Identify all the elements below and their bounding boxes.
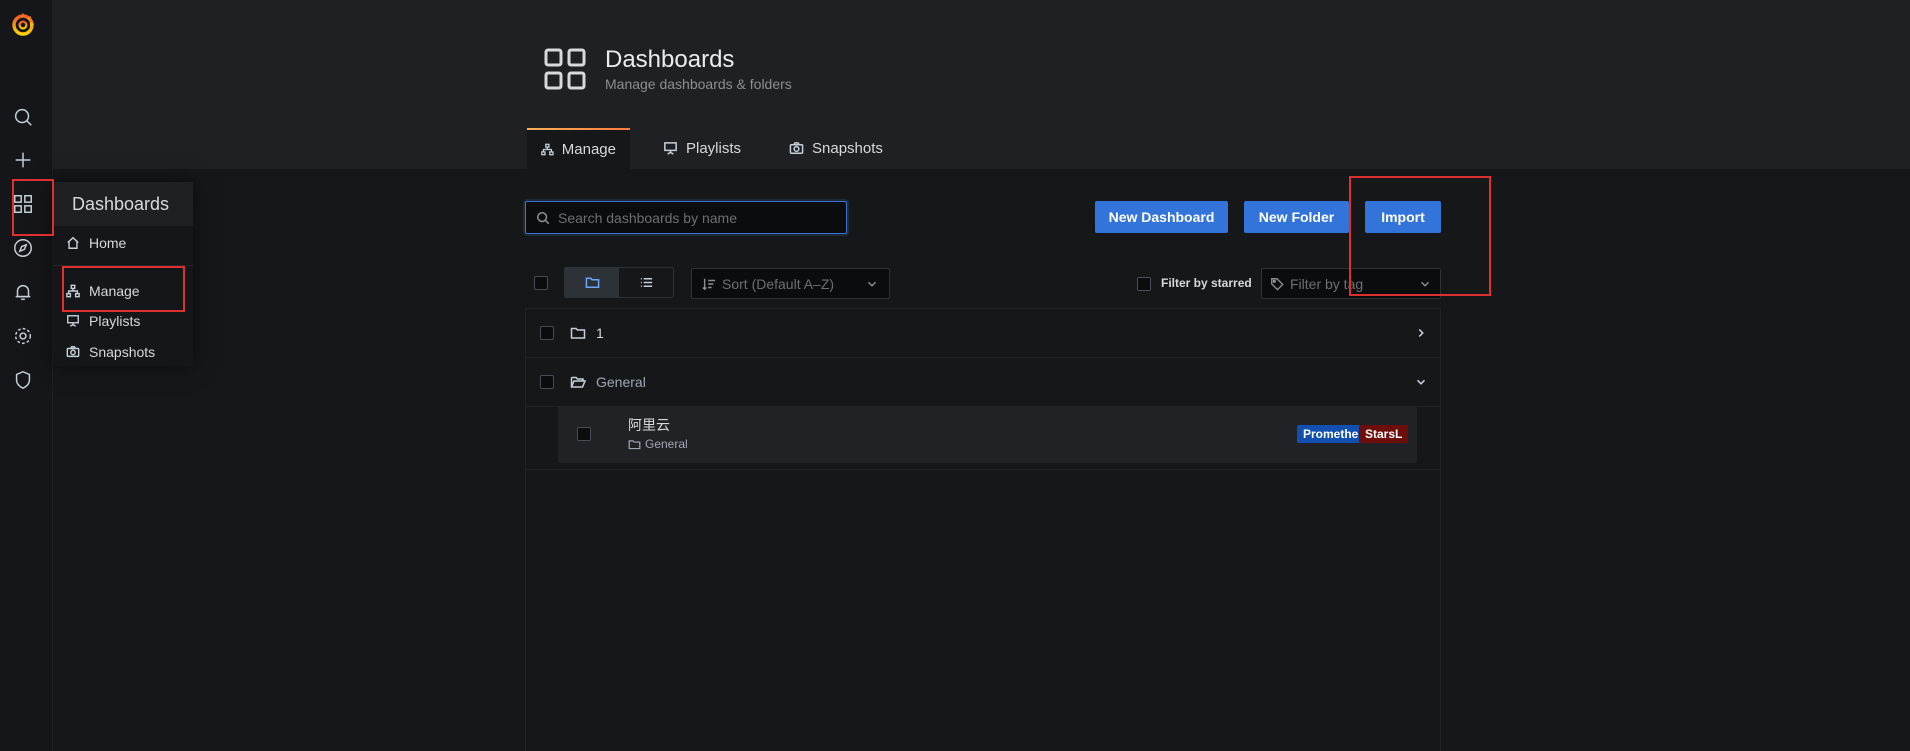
folder-checkbox[interactable]	[540, 375, 554, 389]
shield-icon[interactable]	[11, 368, 35, 392]
dashboard-folder: General	[628, 437, 688, 451]
chevron-down-icon	[868, 281, 876, 287]
sort-icon	[702, 278, 716, 290]
presentation-icon	[67, 315, 79, 327]
tab-snapshots[interactable]: Snapshots	[775, 128, 897, 169]
tab-label: Playlists	[686, 140, 742, 157]
tag-badge[interactable]: StarsL	[1359, 425, 1409, 443]
dashboard-row[interactable]: 阿里云 General Prometheus StarsL	[558, 406, 1417, 463]
folder-icon	[585, 277, 599, 288]
chevron-down-icon[interactable]	[1414, 375, 1428, 389]
menu-item-home[interactable]: Home	[66, 235, 126, 251]
tab-label: Snapshots	[812, 140, 883, 157]
filter-starred-label[interactable]: Filter by starred	[1161, 276, 1252, 290]
menu-item-label: Snapshots	[89, 344, 156, 360]
page-title: Dashboards	[605, 46, 735, 73]
select-all-checkbox[interactable]	[534, 276, 548, 290]
menu-title[interactable]: Dashboards	[53, 182, 193, 226]
folder-checkbox[interactable]	[540, 326, 554, 340]
page-header	[53, 0, 1910, 169]
highlight-box-import	[1349, 176, 1491, 296]
folder-row[interactable]: General	[526, 358, 1440, 407]
new-folder-button[interactable]: New Folder	[1244, 201, 1349, 233]
folder-name: 1	[596, 325, 604, 341]
side-menu	[0, 0, 53, 751]
divider	[526, 469, 1440, 470]
tab-label: Manage	[561, 141, 616, 158]
list-icon	[640, 278, 652, 287]
dashboard-folder-name: General	[645, 437, 688, 451]
dashboards-grid-icon	[544, 48, 586, 90]
dashboard-checkbox[interactable]	[577, 427, 591, 441]
folder-row[interactable]: 1	[526, 309, 1440, 358]
tab-manage[interactable]: Manage	[527, 128, 630, 169]
menu-item-label: Home	[89, 235, 127, 251]
layout-toggle	[564, 267, 674, 298]
list-view-button[interactable]	[619, 268, 673, 297]
camera-icon	[66, 346, 80, 358]
folder-icon	[628, 439, 641, 449]
new-dashboard-button[interactable]: New Dashboard	[1095, 201, 1228, 233]
sitemap-icon	[541, 143, 554, 156]
highlight-box-manage	[62, 266, 185, 312]
folder-name: General	[596, 374, 646, 390]
gear-icon[interactable]	[11, 324, 35, 348]
folder-view-button[interactable]	[565, 268, 619, 297]
tag-icon	[1271, 277, 1284, 291]
plus-icon[interactable]	[11, 148, 35, 172]
search-icon	[536, 211, 550, 224]
sort-placeholder: Sort (Default A–Z)	[722, 275, 835, 292]
chevron-right-icon[interactable]	[1414, 326, 1428, 340]
highlight-box-sidebar	[12, 179, 54, 236]
menu-item-playlists[interactable]: Playlists	[66, 313, 140, 329]
grafana-logo-icon[interactable]	[9, 10, 37, 38]
search-input[interactable]	[558, 209, 838, 226]
dashboard-list: 1 General 阿里云 General Prometheus StarsL	[525, 308, 1441, 751]
dashboard-title[interactable]: 阿里云	[628, 415, 670, 435]
filter-starred-checkbox[interactable]	[1137, 277, 1151, 291]
compass-icon[interactable]	[11, 236, 35, 260]
camera-icon	[789, 142, 804, 154]
menu-item-label: Playlists	[89, 313, 141, 329]
page-subtitle: Manage dashboards & folders	[605, 76, 792, 92]
tab-playlists[interactable]: Playlists	[649, 128, 755, 169]
folder-open-icon	[570, 376, 586, 388]
search-icon[interactable]	[11, 105, 35, 129]
presentation-icon	[664, 142, 677, 155]
menu-item-snapshots[interactable]: Snapshots	[66, 344, 155, 360]
home-icon	[67, 236, 79, 249]
sort-select[interactable]: Sort (Default A–Z)	[691, 268, 890, 299]
search-box[interactable]	[525, 201, 847, 234]
folder-icon	[570, 327, 586, 339]
bell-icon[interactable]	[11, 280, 35, 304]
